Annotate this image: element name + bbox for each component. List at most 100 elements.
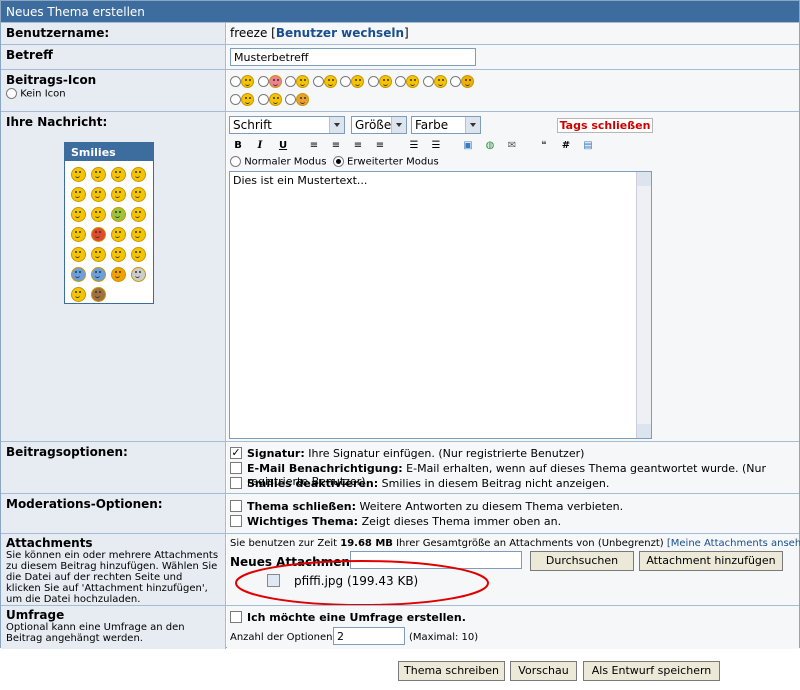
my-attachments-link[interactable]: [Meine Attachments ansehen] [667,538,800,549]
smiley-icon[interactable] [111,247,126,262]
create-poll-checkbox[interactable] [230,611,242,623]
extended-mode-radio[interactable] [332,156,344,167]
switch-user-link[interactable]: Benutzer wechseln [276,26,404,40]
no-icon-radio[interactable] [6,88,17,99]
highlight-ellipse [235,560,489,606]
icon-radio[interactable] [285,93,296,105]
normal-mode-radio[interactable] [230,156,241,167]
underline-icon[interactable]: U [276,139,290,153]
hash-icon[interactable]: # [559,139,573,153]
attachments-panel: Sie benutzen zur Zeit 19.68 MB Ihrer Ges… [227,534,800,606]
close-tags-button[interactable]: Tags schließen [557,118,653,133]
surprised-icon [378,74,392,88]
snail-icon[interactable] [91,287,106,302]
form-header: Neues Thema erstellen [1,1,799,22]
align-justify-icon[interactable]: ≡ [373,139,387,153]
smiley-icon[interactable] [91,187,106,202]
laugh-icon [323,74,337,88]
smiley-icon[interactable] [131,247,146,262]
smiley-icon[interactable] [91,247,106,262]
save-draft-button[interactable]: Als Entwurf speichern [583,661,720,681]
close-topic-title: Thema schließen: [247,500,357,513]
smiley-icon[interactable] [111,267,126,282]
smiley-icon[interactable] [71,207,86,222]
subject-row: Betreff [1,44,799,69]
icon-radio[interactable] [340,75,351,87]
email-notify-checkbox[interactable] [230,462,242,474]
icon-radio[interactable] [367,75,379,87]
icon-radio[interactable] [450,75,461,87]
new-topic-form: Neues Thema erstellen Benutzername: free… [0,0,800,649]
post-icon-choices [227,70,799,111]
attachments-help: Sie können ein oder mehrere Attachments … [6,550,219,605]
smiley-icon[interactable] [71,227,86,242]
icon-radio[interactable] [395,75,406,87]
smiley-icon[interactable] [71,247,86,262]
ordered-list-icon[interactable]: ☰ [407,139,421,153]
poll-panel: Ich möchte eine Umfrage erstellen. Anzah… [227,606,799,649]
icon-radio[interactable] [257,93,269,105]
attachments-row: Attachments Sie können ein oder mehrere … [1,533,800,606]
align-left-icon[interactable]: ≡ [307,139,321,153]
icon-radio[interactable] [422,75,434,87]
post-icon-row: Beitrags-Icon Kein Icon [1,69,799,111]
moderation-options: Thema schließen: Weitere Antworten zu di… [227,494,799,533]
color-select[interactable]: Farbe [411,116,481,134]
smiley-icon[interactable] [91,207,106,222]
icon-radio[interactable] [285,75,296,87]
smiley-icon[interactable] [91,167,106,182]
quote-icon[interactable]: ❝ [537,139,551,153]
font-select[interactable]: Schrift [229,116,345,134]
message-scrollbar[interactable] [636,172,651,438]
subject-input[interactable] [230,48,476,66]
smiley-icon[interactable] [71,287,86,302]
close-topic-checkbox[interactable] [230,500,242,512]
wink-icon [268,92,282,106]
normal-mode-label: Normaler Modus [244,156,327,168]
italic-icon[interactable]: I [253,139,267,153]
align-right-icon[interactable]: ≡ [351,139,365,153]
browse-button[interactable]: Durchsuchen [530,551,634,571]
smiley-icon[interactable] [131,267,146,282]
disable-smilies-checkbox[interactable] [230,477,242,489]
icon-radio[interactable] [230,93,241,105]
bold-icon[interactable]: B [231,139,245,153]
smiley-icon[interactable] [111,207,126,222]
unordered-list-icon[interactable]: ☰ [429,139,443,153]
submit-topic-button[interactable]: Thema schreiben [398,661,505,681]
message-textarea[interactable]: Dies ist ein Mustertext... [229,171,652,439]
poll-count-label: Anzahl der Optionen: [230,632,336,643]
link-icon[interactable]: ◍ [483,139,497,153]
icon-radio[interactable] [312,75,324,87]
smiley-icon[interactable] [131,227,146,242]
preview-button[interactable]: Vorschau [510,661,577,681]
smiley-icon[interactable] [71,167,86,182]
smiley-icon[interactable] [111,167,126,182]
email-icon[interactable]: ✉ [505,139,519,153]
align-center-icon[interactable]: ≡ [329,139,343,153]
smiley-icon[interactable] [111,227,126,242]
smiley-icon[interactable] [131,187,146,202]
sticky-topic-checkbox[interactable] [230,515,242,527]
icon-radio[interactable] [257,75,269,87]
smiley-icon[interactable] [71,187,86,202]
size-select[interactable]: Größe [351,116,407,134]
attachments-label: Attachments [6,536,93,550]
smiley-icon[interactable] [91,267,106,282]
image-icon[interactable]: ▣ [461,139,475,153]
poll-max-label: (Maximal: 10) [409,632,479,643]
create-poll-label: Ich möchte eine Umfrage erstellen. [247,611,466,624]
code-icon[interactable]: ▤ [581,139,595,153]
poll-count-input[interactable] [333,627,405,645]
smiley-icon[interactable] [131,167,146,182]
signature-checkbox[interactable]: ✓ [230,447,242,459]
smiley-icon[interactable] [111,187,126,202]
font-select-value: Schrift [233,118,272,132]
email-notify-title: E-Mail Benachrichtigung: [247,462,403,475]
add-attachment-button[interactable]: Attachment hinzufügen [639,551,783,571]
smiley-icon[interactable] [91,227,106,242]
smile-icon [241,74,254,88]
smiley-icon[interactable] [131,207,146,222]
smiley-icon[interactable] [71,267,86,282]
icon-radio[interactable] [230,75,241,87]
